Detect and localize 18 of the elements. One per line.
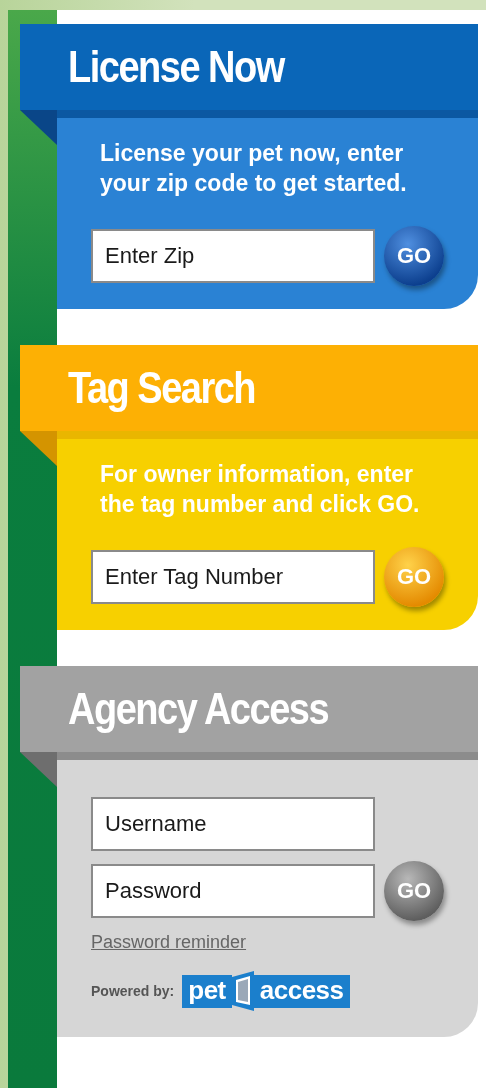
panel-title: License Now xyxy=(68,42,284,92)
go-button[interactable]: GO xyxy=(384,226,444,286)
instruction-text: For owner information, enter the tag number and click GO. xyxy=(100,460,421,519)
fold-corner xyxy=(20,752,57,787)
panel-title: Agency Access xyxy=(68,684,329,734)
door-icon xyxy=(231,971,254,1011)
panel-title: Tag Search xyxy=(68,363,256,413)
input-field[interactable]: Enter Zip xyxy=(91,229,375,283)
powered-by-label: Powered by: xyxy=(91,983,175,999)
instruction-text: License your pet now, enter your zip code to get started. xyxy=(100,139,408,198)
input-field[interactable]: Username xyxy=(91,797,375,851)
password-reminder-link[interactable]: Password reminder xyxy=(91,932,247,953)
input-field[interactable]: Enter Tag Number xyxy=(91,550,375,604)
go-button[interactable]: GO xyxy=(384,861,444,921)
input-field[interactable]: Password xyxy=(91,864,375,918)
fold-corner xyxy=(20,110,57,145)
fold-corner xyxy=(20,431,57,466)
logo-word: pet xyxy=(182,974,232,1008)
